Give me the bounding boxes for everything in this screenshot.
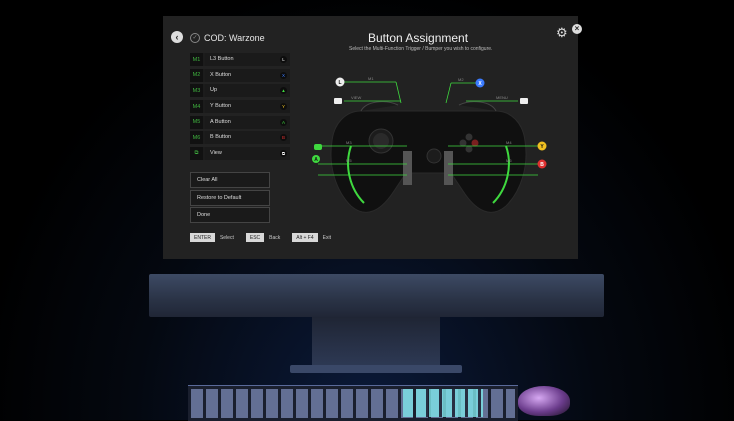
monitor-chin (149, 274, 604, 317)
face-button-b (471, 139, 479, 147)
badge-a: A (314, 157, 318, 163)
badge-l: L (338, 80, 341, 86)
face-button-a (465, 145, 473, 153)
mouse (518, 386, 570, 416)
page-subtitle: Select the Multi-Function Trigger / Bump… (349, 46, 493, 52)
key-hints: ENTER Select ESC Back Alt + F4 Exit (190, 233, 343, 242)
controller-diagram: M1 M2 VIEW MENU M3 M5 M4 M6 L X A Y B (312, 76, 547, 213)
mapping-row-6[interactable]: M6 B Button B (190, 131, 290, 145)
callout-view: VIEW (351, 95, 361, 100)
mapping-target-icon: X (280, 71, 287, 79)
mapping-slot: M5 (190, 115, 203, 129)
mapping-label: View (210, 150, 222, 157)
hint-key: Alt + F4 (292, 233, 318, 242)
monitor-screen: ‹ ✓ COD: Warzone Button Assignment Selec… (163, 16, 582, 259)
close-icon[interactable]: × (572, 24, 582, 34)
callout-m2-top: M2 (458, 77, 464, 82)
monitor-stand (312, 317, 440, 369)
callout-m3: M3 (346, 140, 352, 145)
right-paddles (444, 151, 453, 185)
arrow-left-icon[interactable]: ‹ (171, 31, 183, 43)
mapping-slot: M6 (190, 131, 203, 145)
mapping-row-3[interactable]: M3 Up ▲ (190, 84, 290, 98)
hint-label: Back (269, 234, 281, 241)
menu-icon (520, 98, 528, 104)
mapping-row-4[interactable]: M4 Y Button Y (190, 100, 290, 114)
keyboard (188, 385, 518, 421)
mapping-row-5[interactable]: M5 A Button A (190, 115, 290, 129)
restore-default-button[interactable]: Restore to Default (190, 189, 270, 206)
mapping-row-1[interactable]: M1 L3 Button L (190, 53, 290, 66)
right-trigger (458, 101, 497, 112)
mapping-label: X Button (210, 71, 232, 78)
hint-label: Select (219, 234, 234, 241)
left-trigger (360, 101, 399, 112)
done-button[interactable]: Done (190, 207, 270, 223)
hint-key: ESC (245, 233, 265, 242)
right-stick (426, 148, 442, 164)
action-list: Clear All Restore to Default Done (190, 172, 270, 225)
left-paddles (403, 151, 412, 185)
callout-m6: M6 (506, 158, 512, 163)
page-title: Button Assignment (368, 31, 469, 45)
mapping-target-icon: Y (280, 103, 287, 111)
mapping-label: B Button (210, 134, 232, 141)
mapping-slot: ⧉ (190, 147, 203, 161)
check-circle-icon: ✓ (190, 33, 200, 43)
mapping-label: A Button (210, 118, 231, 125)
controller-body (330, 110, 527, 213)
mapping-list: M1 L3 Button L M2 X Button X M3 Up ▲ M4 Y Button Y M… (190, 53, 290, 163)
mapping-target-icon: L (280, 56, 287, 63)
badge-b: B (540, 162, 544, 168)
mapping-row-2[interactable]: M2 X Button X (190, 68, 290, 82)
hint-label: Exit (322, 234, 331, 241)
callout-menu: MENU (496, 95, 508, 100)
callout-m4: M4 (506, 140, 512, 145)
view-icon (334, 98, 342, 104)
monitor-foot (290, 365, 462, 373)
mapping-target-icon: ⧉ (280, 150, 287, 158)
callout-m1-top: M1 (368, 76, 374, 81)
callout-m5: M5 (346, 158, 352, 163)
mapping-row-7[interactable]: ⧉ View ⧉ (190, 147, 290, 161)
mapping-label: L3 Button (210, 56, 234, 62)
mapping-slot: M3 (190, 84, 203, 98)
mapping-label: Y Button (210, 103, 231, 110)
face-button-x (459, 139, 467, 147)
hint-key: ENTER (190, 233, 215, 242)
mapping-label: Up (210, 87, 218, 94)
face-button-y (465, 133, 473, 141)
mapping-target-icon: A (280, 118, 287, 126)
mapping-slot: M4 (190, 100, 203, 114)
mapping-target-icon: ▲ (280, 87, 287, 95)
badge-up-icon (314, 144, 322, 150)
mapping-slot: M1 (190, 53, 203, 66)
mapping-slot: M2 (190, 68, 203, 82)
clear-all-button[interactable]: Clear All (190, 172, 270, 188)
profile-name: COD: Warzone (204, 33, 265, 43)
gear-icon[interactable]: ⚙ (556, 25, 568, 41)
mapping-target-icon: B (280, 134, 287, 142)
